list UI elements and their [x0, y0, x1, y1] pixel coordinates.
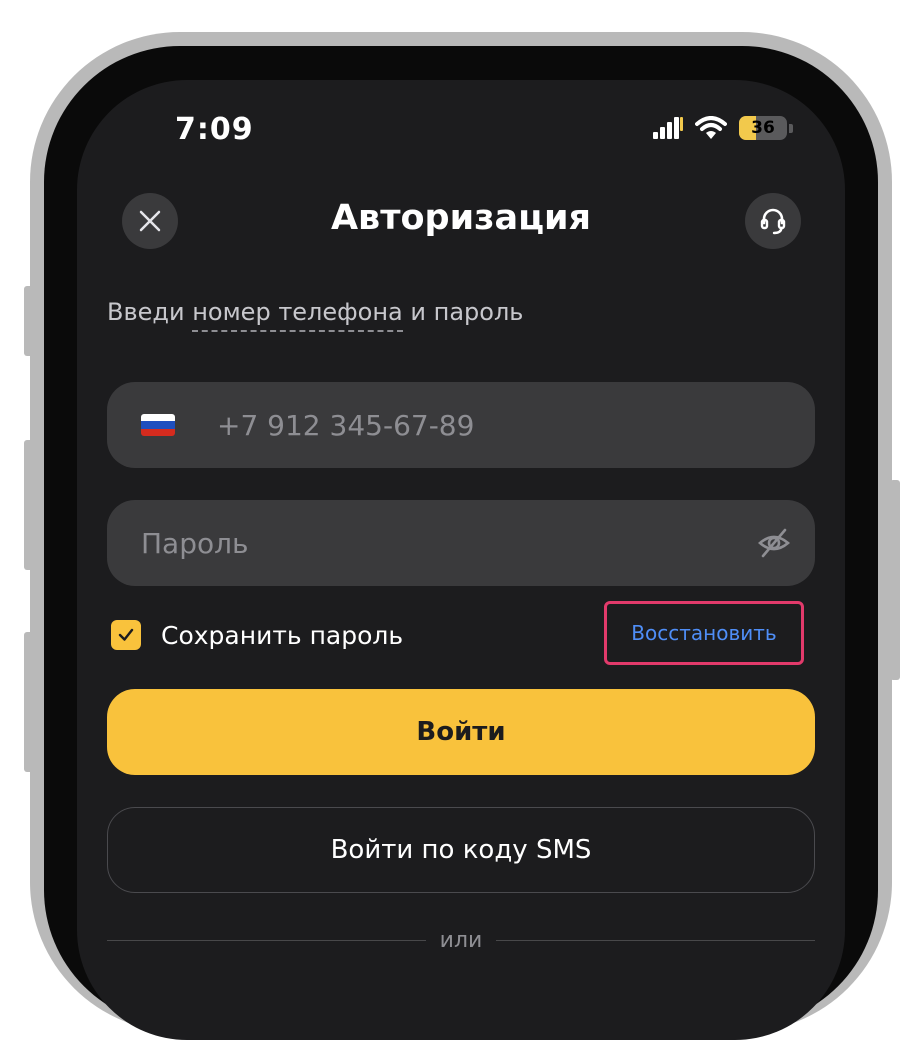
phone-field: [107, 382, 815, 468]
login-button[interactable]: Войти: [107, 689, 815, 775]
instructions-before: Введи: [107, 298, 193, 326]
cellular-signal-icon: [653, 117, 683, 139]
checkmark-icon: [118, 628, 134, 641]
remember-label: Сохранить пароль: [161, 620, 404, 650]
wifi-icon: [695, 116, 727, 139]
divider-line-right: [496, 940, 816, 941]
side-button-power: [890, 480, 900, 680]
password-field: [107, 500, 815, 586]
or-divider: или: [107, 928, 816, 953]
phone-input[interactable]: [215, 382, 775, 468]
support-button[interactable]: [745, 193, 801, 249]
password-input[interactable]: [139, 500, 719, 586]
restore-password-link[interactable]: Восстановить: [604, 601, 804, 665]
page-title: Авторизация: [330, 198, 592, 238]
status-time: 7:09: [175, 112, 254, 147]
divider-line-left: [107, 940, 426, 941]
sms-login-button[interactable]: Войти по коду SMS: [107, 807, 815, 893]
remember-checkbox[interactable]: [111, 620, 141, 650]
headset-icon: [760, 208, 786, 235]
divider-label: или: [439, 928, 483, 953]
battery-level: 36: [751, 118, 775, 138]
battery-tip: [789, 123, 793, 133]
battery-indicator: 36: [739, 116, 787, 140]
side-button-volume-up: [24, 440, 34, 570]
instructions-after: и пароль: [402, 298, 524, 326]
phone-number-hint-link[interactable]: номер телефона: [192, 298, 403, 332]
app-screen: 7:09 36 Авторизация Введи номер телефона…: [77, 80, 845, 1040]
remember-password[interactable]: Сохранить пароль: [111, 620, 403, 650]
instructions-text: Введи номер телефона и пароль: [107, 298, 524, 332]
side-button-mute: [24, 286, 34, 356]
side-button-volume-down: [24, 632, 34, 772]
eye-slash-icon[interactable]: [757, 526, 791, 560]
status-icons: 36: [653, 116, 793, 140]
russia-flag-icon[interactable]: [141, 414, 175, 436]
